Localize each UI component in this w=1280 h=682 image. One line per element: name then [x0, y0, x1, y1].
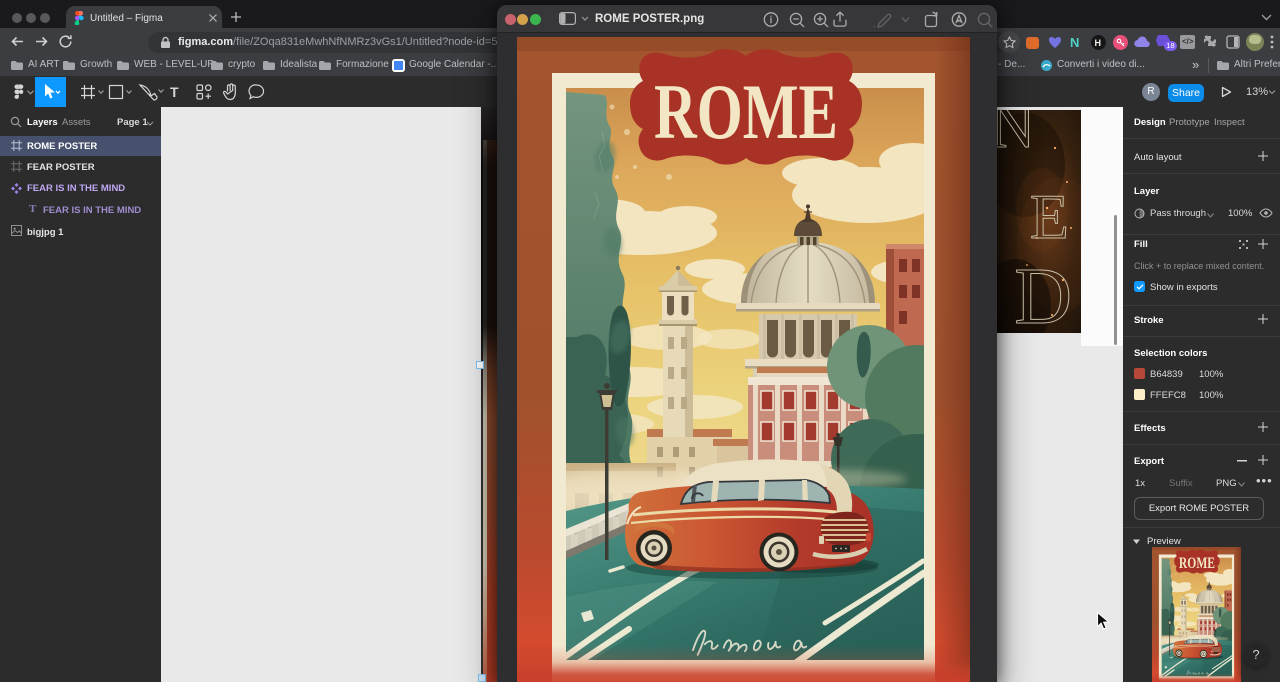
svg-text:E: E [1030, 181, 1069, 252]
svg-text:N: N [997, 110, 1035, 161]
svg-text:D: D [1014, 253, 1072, 333]
